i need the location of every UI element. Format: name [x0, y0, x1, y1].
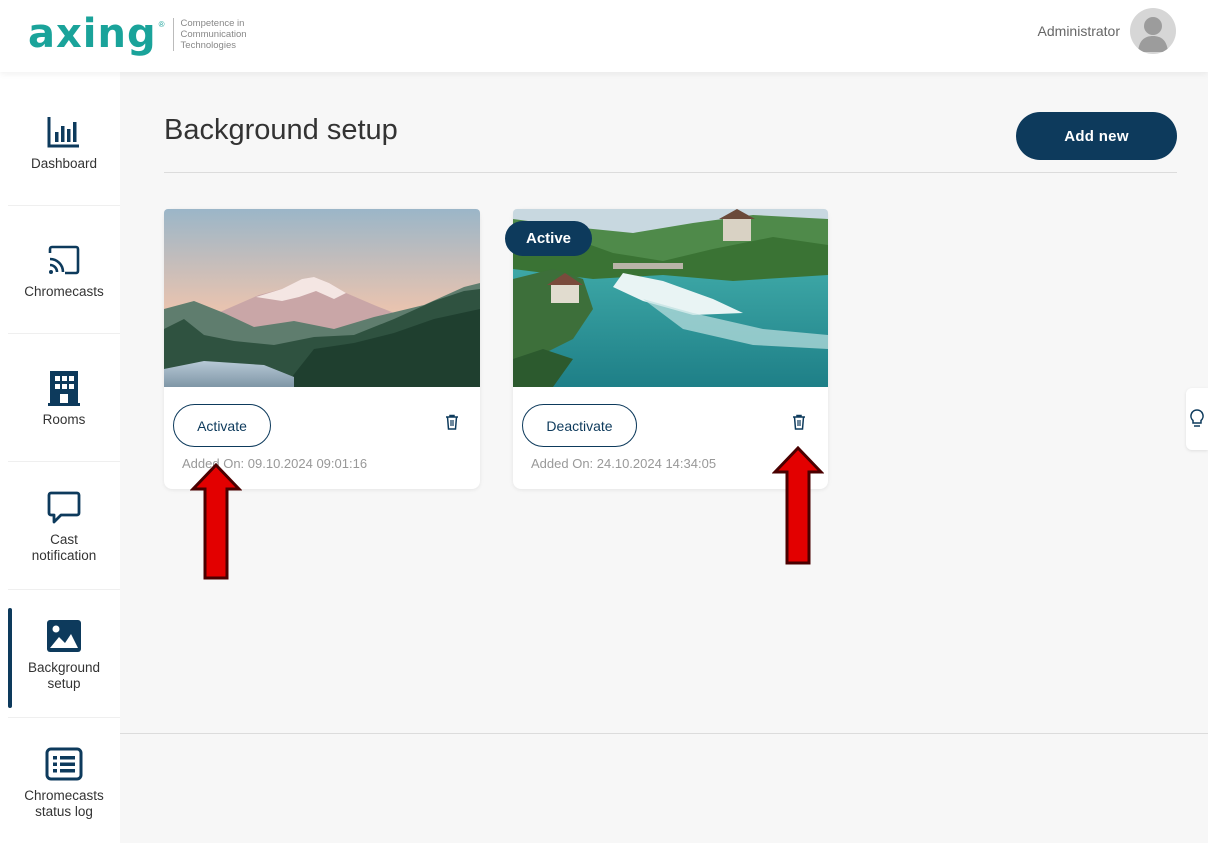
logo-registered-mark: ® [158, 20, 165, 29]
logo-tagline: Competence in Communication Technologies [172, 17, 247, 51]
user-name: Administrator [1037, 23, 1120, 39]
activate-button[interactable]: Activate [173, 404, 271, 447]
cast-icon [44, 240, 84, 280]
tagline-line-3: Technologies [180, 39, 236, 51]
top-header: axing ® Competence in Communication Tech… [0, 0, 1208, 72]
trash-icon[interactable] [442, 412, 462, 432]
bottom-divider [120, 733, 1208, 734]
sidebar-item-label: Cast notification [31, 531, 97, 563]
red-arrow-icon [772, 446, 824, 565]
added-on-date: Added On: 24.10.2024 14:34:05 [531, 456, 717, 471]
sidebar-item-rooms[interactable]: Rooms [8, 334, 120, 462]
sidebar-item-label: Dashboard [30, 155, 98, 171]
help-tab[interactable] [1186, 388, 1208, 450]
tagline-line-2: Communication [180, 28, 247, 40]
user-menu[interactable]: Administrator [1038, 8, 1176, 54]
bar-chart-icon [44, 112, 84, 152]
list-icon [44, 744, 84, 784]
speech-bubble-icon [44, 488, 84, 528]
sidebar-item-background-setup[interactable]: Background setup [8, 590, 120, 718]
sidebar-item-label: Chromecasts [24, 283, 104, 299]
user-silhouette-icon [1138, 17, 1168, 52]
title-divider [164, 172, 1177, 173]
logo-wordmark: axing [28, 11, 157, 57]
sidebar-item-label: Background setup [27, 659, 101, 691]
sidebar-item-dashboard[interactable]: Dashboard [8, 78, 120, 206]
deactivate-button[interactable]: Deactivate [522, 404, 637, 447]
add-new-button[interactable]: Add new [1016, 112, 1177, 160]
image-icon [44, 616, 84, 656]
tagline-line-1: Competence in [180, 17, 245, 29]
sidebar-item-label: Rooms [42, 411, 86, 427]
red-arrow-icon [190, 463, 242, 580]
sidebar-item-chromecasts-status-log[interactable]: Chromecasts status log [8, 718, 120, 843]
active-badge: Active [505, 221, 592, 256]
background-image-mountain[interactable] [164, 209, 480, 387]
building-icon [44, 368, 84, 408]
sidebar-item-chromecasts[interactable]: Chromecasts [8, 206, 120, 334]
trash-icon[interactable] [789, 412, 809, 432]
background-card: Activate Added On: 09.10.2024 09:01:16 [164, 209, 480, 489]
avatar[interactable] [1130, 8, 1176, 54]
lightbulb-icon [1190, 409, 1204, 427]
sidebar-item-cast-notification[interactable]: Cast notification [8, 462, 120, 590]
sidebar: Dashboard Chromecasts Rooms Cast notific… [0, 72, 120, 843]
page-title: Background setup [164, 114, 398, 146]
axing-logo[interactable]: axing ® Competence in Communication Tech… [28, 14, 247, 54]
sidebar-item-label: Chromecasts status log [24, 788, 104, 819]
